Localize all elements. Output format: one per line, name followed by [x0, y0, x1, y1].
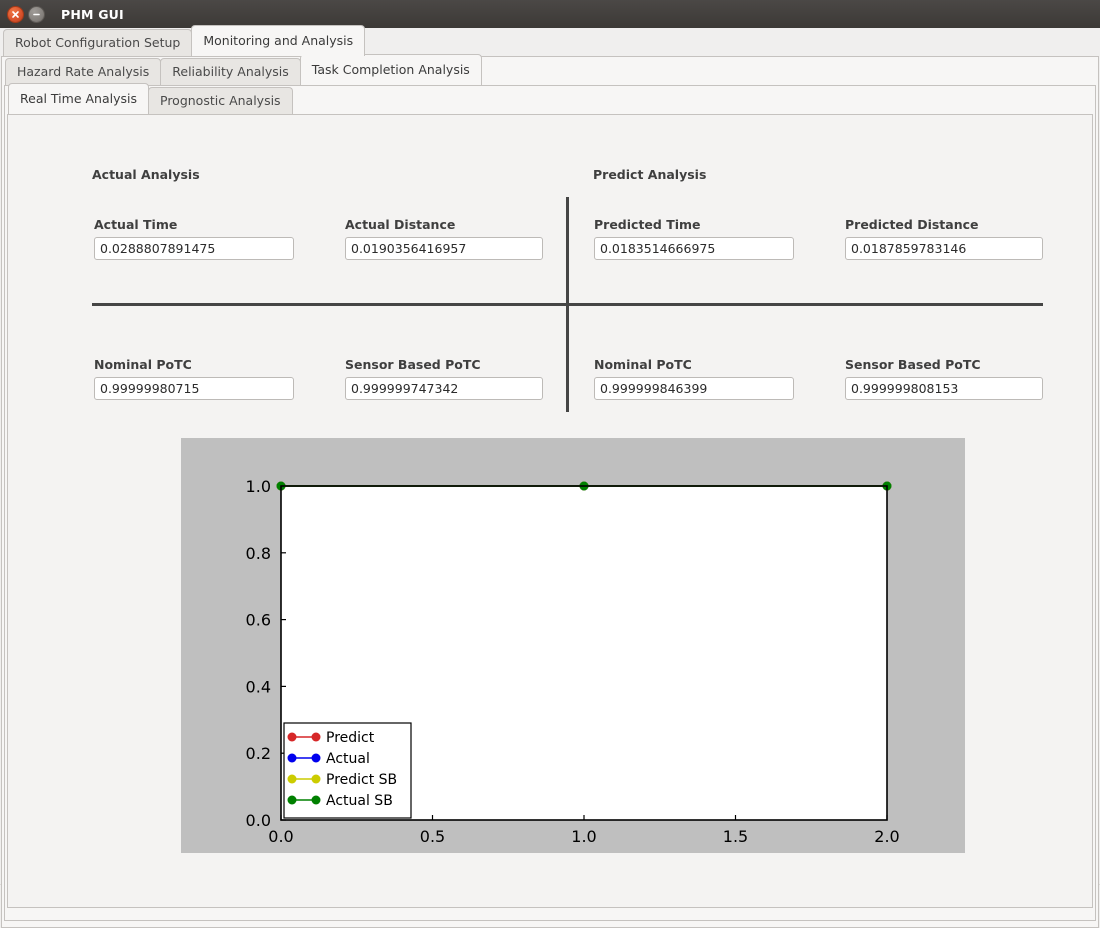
input-predicted-distance[interactable]	[845, 237, 1043, 260]
tab-task-completion-analysis[interactable]: Task Completion Analysis	[299, 54, 482, 85]
tab-hazard-rate-analysis[interactable]: Hazard Rate Analysis	[5, 58, 162, 86]
panel-task-completion-analysis: Real Time Analysis Prognostic Analysis A…	[4, 83, 1096, 921]
svg-text:1.0: 1.0	[571, 827, 596, 846]
svg-text:0.5: 0.5	[420, 827, 445, 846]
tab-real-time-analysis[interactable]: Real Time Analysis	[8, 83, 149, 114]
input-actual-distance[interactable]	[345, 237, 543, 260]
label-predicted-distance: Predicted Distance	[845, 217, 979, 232]
svg-text:0.2: 0.2	[246, 744, 271, 763]
input-predicted-time[interactable]	[594, 237, 794, 260]
svg-text:1.0: 1.0	[246, 477, 271, 496]
tab-prognostic-analysis[interactable]: Prognostic Analysis	[148, 87, 293, 115]
panel-monitoring-and-analysis: Hazard Rate Analysis Reliability Analysi…	[1, 54, 1099, 928]
tabbar-level2: Hazard Rate Analysis Reliability Analysi…	[2, 54, 1098, 921]
heading-predict-analysis: Predict Analysis	[593, 167, 707, 182]
chart-canvas: 0.0 0.5 1.0 1.5 2.0 0.0 0.2 0.4 0.6 0.8 1.0 Predict…	[181, 438, 965, 853]
real-time-analysis-content: Actual Analysis Predict Analysis Actual …	[8, 115, 1092, 907]
tab-label: Real Time Analysis	[20, 91, 137, 106]
svg-text:1.5: 1.5	[723, 827, 748, 846]
tab-label: Robot Configuration Setup	[15, 35, 181, 50]
input-actual-nominal-potc[interactable]	[94, 377, 294, 400]
tab-label: Prognostic Analysis	[160, 93, 281, 108]
input-predict-nominal-potc[interactable]	[594, 377, 794, 400]
svg-text:0.8: 0.8	[246, 544, 271, 563]
input-predict-sensor-based-potc[interactable]	[845, 377, 1043, 400]
label-predict-sensor-based-potc: Sensor Based PoTC	[845, 357, 981, 372]
panel-real-time-analysis: Actual Analysis Predict Analysis Actual …	[7, 114, 1093, 908]
window-title: PHM GUI	[61, 6, 124, 22]
label-predicted-time: Predicted Time	[594, 217, 701, 232]
tab-monitoring-and-analysis[interactable]: Monitoring and Analysis	[191, 25, 366, 56]
svg-text:Predict SB: Predict SB	[326, 772, 397, 788]
svg-text:2.0: 2.0	[874, 827, 899, 846]
svg-text:Predict: Predict	[326, 730, 375, 746]
tabbar-level1: Robot Configuration Setup Monitoring and…	[0, 25, 1100, 928]
tab-label: Monitoring and Analysis	[203, 33, 354, 48]
minimize-icon[interactable]	[28, 5, 45, 23]
svg-text:0.0: 0.0	[268, 827, 293, 846]
svg-text:0.4: 0.4	[246, 677, 271, 696]
heading-actual-analysis: Actual Analysis	[92, 167, 200, 182]
tab-label: Task Completion Analysis	[311, 62, 470, 77]
svg-text:Actual SB: Actual SB	[326, 793, 393, 809]
divider-horizontal	[92, 303, 1043, 306]
tab-reliability-analysis[interactable]: Reliability Analysis	[160, 58, 301, 86]
label-actual-sensor-based-potc: Sensor Based PoTC	[345, 357, 481, 372]
label-actual-time: Actual Time	[94, 217, 178, 232]
label-actual-nominal-potc: Nominal PoTC	[94, 357, 192, 372]
tab-label: Reliability Analysis	[172, 64, 289, 79]
svg-text:0.6: 0.6	[246, 611, 271, 630]
tab-robot-configuration-setup[interactable]: Robot Configuration Setup	[3, 29, 193, 57]
input-actual-sensor-based-potc[interactable]	[345, 377, 543, 400]
svg-text:Actual: Actual	[326, 751, 370, 767]
title-bar: PHM GUI	[0, 0, 1100, 28]
tab-label: Hazard Rate Analysis	[17, 64, 150, 79]
label-predict-nominal-potc: Nominal PoTC	[594, 357, 692, 372]
potc-chart[interactable]: 0.0 0.5 1.0 1.5 2.0 0.0 0.2 0.4 0.6 0.8 1.0 Predict…	[181, 438, 965, 853]
input-actual-time[interactable]	[94, 237, 294, 260]
tabbar-level3: Real Time Analysis Prognostic Analysis A…	[5, 83, 1095, 908]
svg-text:0.0: 0.0	[246, 811, 271, 830]
label-actual-distance: Actual Distance	[345, 217, 456, 232]
close-icon[interactable]	[7, 5, 24, 23]
